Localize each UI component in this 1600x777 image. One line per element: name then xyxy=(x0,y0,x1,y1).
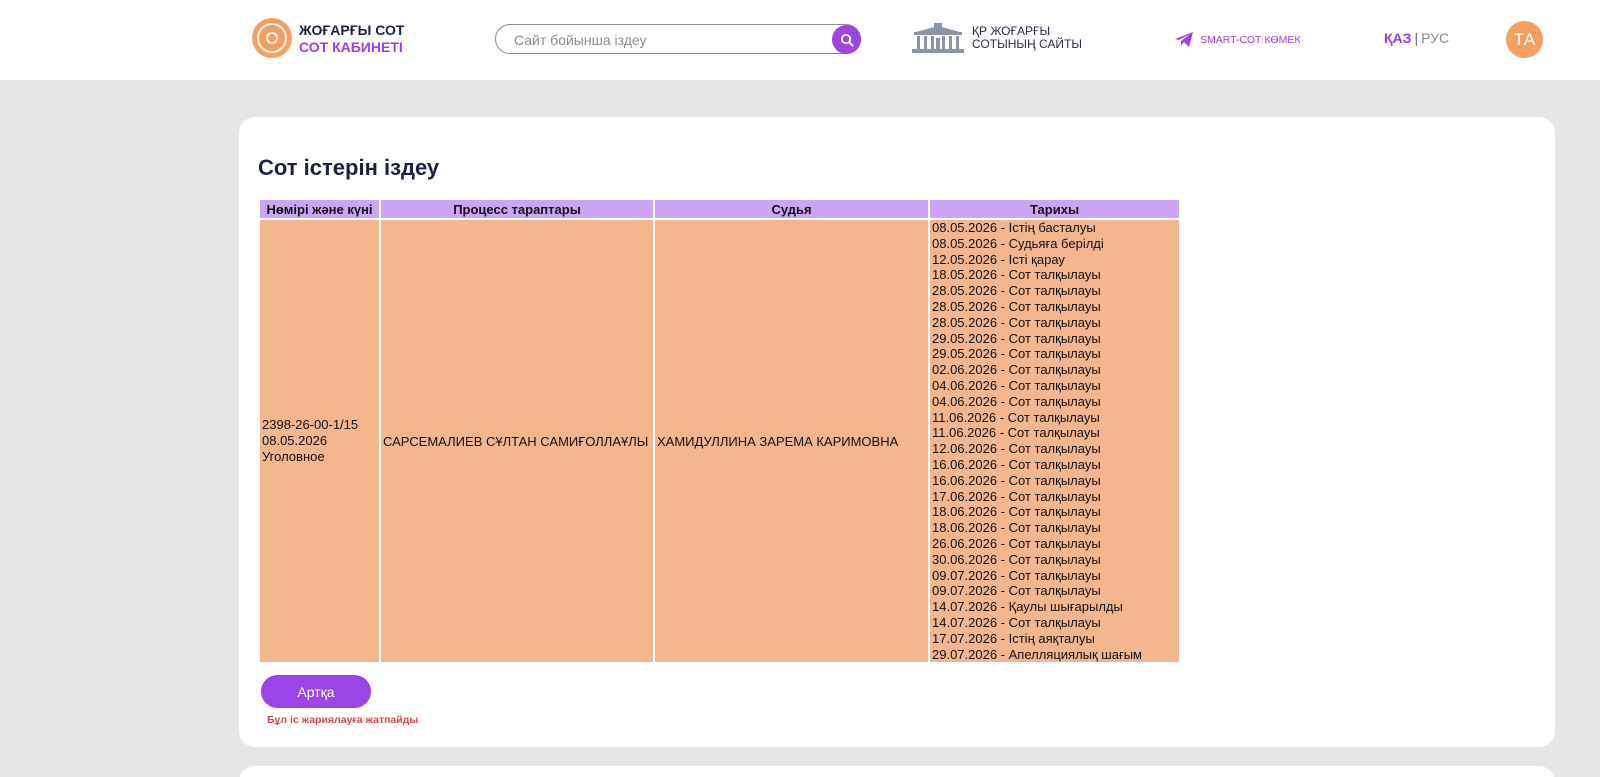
history-item: 17.07.2026 - Істің аяқталуы xyxy=(932,630,1095,646)
history-item: 04.06.2026 - Сот талқылауы xyxy=(932,393,1101,409)
search-icon xyxy=(840,33,853,46)
history-item: 28.05.2026 - Сот талқылауы xyxy=(932,314,1101,330)
history-item: 18.06.2026 - Сот талқылауы xyxy=(932,520,1101,536)
history-item: 11.06.2026 - Сот талқылауы xyxy=(932,409,1100,425)
column-header-parties: Процесс тараптары xyxy=(381,200,653,218)
history-item: 09.07.2026 - Сот талқылауы xyxy=(932,583,1101,599)
brand-title[interactable]: ЖОҒАРҒЫ СОТ СОТ КАБИНЕТІ xyxy=(299,22,404,56)
history-item: 12.06.2026 - Сот талқылауы xyxy=(932,441,1101,457)
emblem-ring xyxy=(257,23,287,53)
case-number-cell: 2398-26-00-1/15 08.05.2026 Уголовное xyxy=(260,220,379,663)
history-item: 12.05.2026 - Істі қарау xyxy=(932,251,1065,267)
history-item: 14.07.2026 - Қаулы шығарылды xyxy=(932,599,1123,615)
history-item: 29.05.2026 - Сот талқылауы xyxy=(932,346,1101,362)
history-item: 29.05.2026 - Сот талқылауы xyxy=(932,330,1101,346)
history-item: 16.06.2026 - Сот талқылауы xyxy=(932,456,1101,472)
judge-cell: ХАМИДУЛЛИНА ЗАРЕМА КАРИМОВНА xyxy=(655,220,928,663)
history-item: 29.07.2026 - Апелляциялық шағым xyxy=(932,646,1142,662)
not-public-note: Бұл іс жариялауға жатпайды xyxy=(267,714,419,726)
search-button[interactable] xyxy=(832,25,861,54)
column-header-number: Нөмірі және күні xyxy=(260,200,379,218)
language-switcher: ҚАЗ | РУС xyxy=(1384,30,1449,46)
cases-table: Нөмірі және күні Процесс тараптары Судья… xyxy=(258,198,1181,664)
history-item: 26.06.2026 - Сот талқылауы xyxy=(932,535,1101,551)
court-emblem-icon[interactable] xyxy=(252,18,292,58)
history-item: 16.06.2026 - Сот талқылауы xyxy=(932,472,1101,488)
history-item: 08.05.2026 - Судьяға берілді xyxy=(932,235,1104,251)
search-box xyxy=(495,24,861,54)
history-item: 18.05.2026 - Сот талқылауы xyxy=(932,267,1101,283)
court-site-label: ҚР ЖОҒАРҒЫ СОТЫНЫҢ САЙТЫ xyxy=(972,25,1082,51)
emblem-center xyxy=(266,32,278,44)
history-item: 17.06.2026 - Сот талқылауы xyxy=(932,488,1101,504)
history-cell: 08.05.2026 - Істің басталуы 08.05.2026 -… xyxy=(930,220,1179,663)
history-item: 28.05.2026 - Сот талқылауы xyxy=(932,283,1101,299)
secondary-card xyxy=(239,766,1555,777)
search-input[interactable] xyxy=(514,30,814,50)
history-item: 09.07.2026 - Сот талқылауы xyxy=(932,567,1101,583)
brand-line1: ЖОҒАРҒЫ СОТ xyxy=(299,22,405,38)
lang-kaz[interactable]: ҚАЗ xyxy=(1384,30,1411,46)
court-building-icon xyxy=(912,23,964,53)
history-item: 30.06.2026 - Сот талқылауы xyxy=(932,551,1101,567)
smart-court-help-link[interactable]: SMART-СОТ КӨМЕК xyxy=(1174,31,1300,48)
parties-cell: САРСЕМАЛИЕВ СҰЛТАН САМИҒОЛЛАҰЛЫ xyxy=(381,220,653,663)
history-item: 08.05.2026 - Істің басталуы xyxy=(932,220,1096,235)
history-item: 11.06.2026 - Сот талқылауы xyxy=(932,425,1100,441)
lang-separator: | xyxy=(1414,30,1419,46)
lang-rus[interactable]: РУС xyxy=(1421,30,1449,46)
table-row: 2398-26-00-1/15 08.05.2026 Уголовное САР… xyxy=(260,220,1179,663)
court-site-link[interactable]: ҚР ЖОҒАРҒЫ СОТЫНЫҢ САЙТЫ xyxy=(910,22,1082,54)
help-label: SMART-СОТ КӨМЕК xyxy=(1200,33,1301,46)
case-date: 08.05.2026 xyxy=(262,433,328,449)
back-button[interactable]: Артқа xyxy=(261,675,371,708)
column-header-history: Тарихы xyxy=(930,200,1179,218)
page-title: Сот істерін іздеу xyxy=(258,155,440,180)
column-header-judge: Судья xyxy=(655,200,928,218)
telegram-icon xyxy=(1175,32,1193,47)
court-site-line2: СОТЫНЫҢ САЙТЫ xyxy=(972,37,1082,51)
history-item: 28.05.2026 - Сот талқылауы xyxy=(932,298,1101,314)
history-item: 04.06.2026 - Сот талқылауы xyxy=(932,377,1101,393)
brand-line2: СОТ КАБИНЕТІ xyxy=(299,39,403,55)
user-avatar[interactable]: ТА xyxy=(1506,21,1543,58)
history-item: 14.07.2026 - Сот талқылауы xyxy=(932,614,1101,630)
history-item: 02.06.2026 - Сот талқылауы xyxy=(932,362,1101,378)
history-item: 18.06.2026 - Сот талқылауы xyxy=(932,504,1101,520)
table-header-row: Нөмірі және күні Процесс тараптары Судья… xyxy=(260,200,1179,218)
case-number: 2398-26-00-1/15 xyxy=(262,417,359,433)
case-type: Уголовное xyxy=(262,449,325,465)
